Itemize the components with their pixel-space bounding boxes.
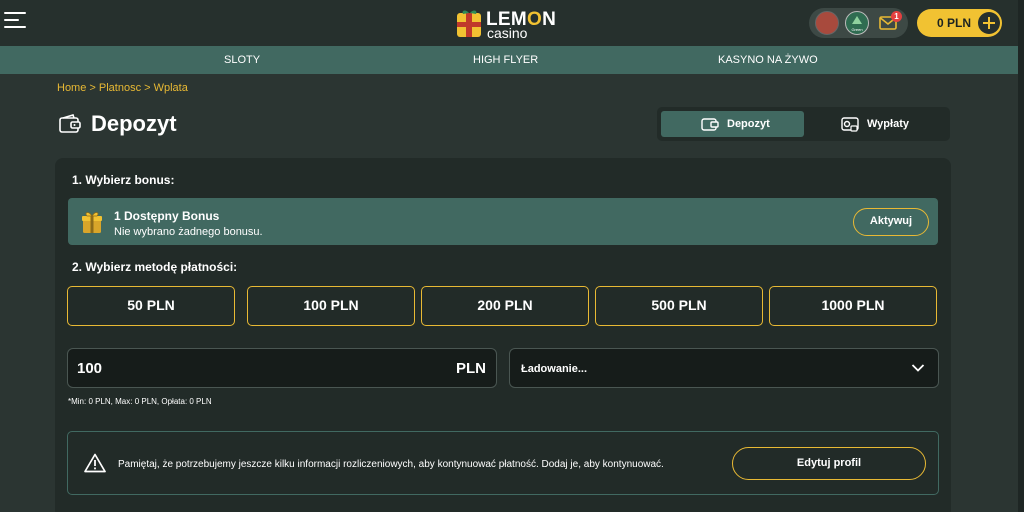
billing-info-notice: Pamiętaj, że potrzebujemy jeszcze kilku … [67, 431, 939, 495]
payment-tabs: Depozyt Wypłaty [657, 107, 950, 141]
amount-option[interactable]: 500 PLN [595, 286, 763, 326]
balance-amount: 0 PLN [937, 16, 972, 30]
step-method-label: 2. Wybierz metodę płatności: [72, 260, 238, 274]
plus-icon [978, 12, 1000, 34]
cash-out-icon [841, 117, 859, 132]
tab-deposit-label: Depozyt [727, 118, 770, 130]
level-badge[interactable]: Green [845, 11, 869, 35]
warning-icon [84, 453, 106, 473]
amount-option[interactable]: 200 PLN [421, 286, 589, 326]
nav-item-sloty[interactable]: SLOTY [224, 54, 260, 66]
amount-option[interactable]: 1000 PLN [769, 286, 937, 326]
logo-mark-icon [457, 10, 481, 37]
top-bar: LEMON casino Green 1 0 PLN [0, 0, 1024, 46]
payment-method-select[interactable]: Ładowanie... [509, 348, 939, 388]
payment-method-value: Ładowanie... [521, 363, 588, 375]
scrollbar[interactable] [1018, 0, 1024, 512]
amount-value: 100 [77, 360, 103, 377]
tab-payout-label: Wypłaty [867, 118, 909, 130]
nav-item-live-casino[interactable]: KASYNO NA ŻYWO [718, 54, 818, 66]
lemon-casino-logo[interactable]: LEMON casino [456, 7, 556, 41]
edit-profile-button[interactable]: Edytuj profil [732, 447, 926, 480]
wallet-icon [701, 118, 719, 131]
page-title: Depozyt [91, 111, 177, 136]
mail-count-badge: 1 [891, 11, 902, 22]
avatar[interactable] [815, 11, 839, 35]
nav-item-high-flyer[interactable]: HIGH FLYER [473, 54, 538, 66]
bonus-title: 1 Dostępny Bonus [114, 209, 220, 223]
bonus-panel: 1 Dostępny Bonus Nie wybrano żadnego bon… [68, 198, 938, 245]
main-nav: SLOTY HIGH FLYER KASYNO NA ŻYWO [0, 46, 1024, 74]
tab-payout[interactable]: Wypłaty [808, 111, 946, 137]
level-label: Green [851, 27, 863, 32]
logo-sub: casino [487, 25, 528, 41]
amount-option[interactable]: 100 PLN [247, 286, 415, 326]
tab-deposit[interactable]: Depozyt [661, 111, 804, 137]
user-panel: Green 1 [809, 8, 908, 38]
amount-option[interactable]: 50 PLN [67, 286, 235, 326]
activate-bonus-button[interactable]: Aktywuj [853, 208, 929, 236]
notice-text: Pamiętaj, że potrzebujemy jeszcze kilku … [118, 459, 664, 470]
gift-icon [82, 212, 102, 233]
breadcrumb[interactable]: Home > Platnosc > Wplata [57, 82, 188, 94]
bonus-status: Nie wybrano żadnego bonusu. [114, 226, 263, 238]
menu-icon[interactable] [4, 12, 26, 32]
amount-input[interactable]: 100 PLN [67, 348, 497, 388]
amount-currency: PLN [456, 360, 486, 377]
balance-deposit-button[interactable]: 0 PLN [917, 9, 1002, 37]
step-bonus-label: 1. Wybierz bonus: [72, 173, 175, 187]
deposit-limits: *Min: 0 PLN, Max: 0 PLN, Opłata: 0 PLN [68, 397, 212, 406]
chevron-down-icon [911, 364, 925, 372]
wallet-icon [59, 114, 81, 133]
